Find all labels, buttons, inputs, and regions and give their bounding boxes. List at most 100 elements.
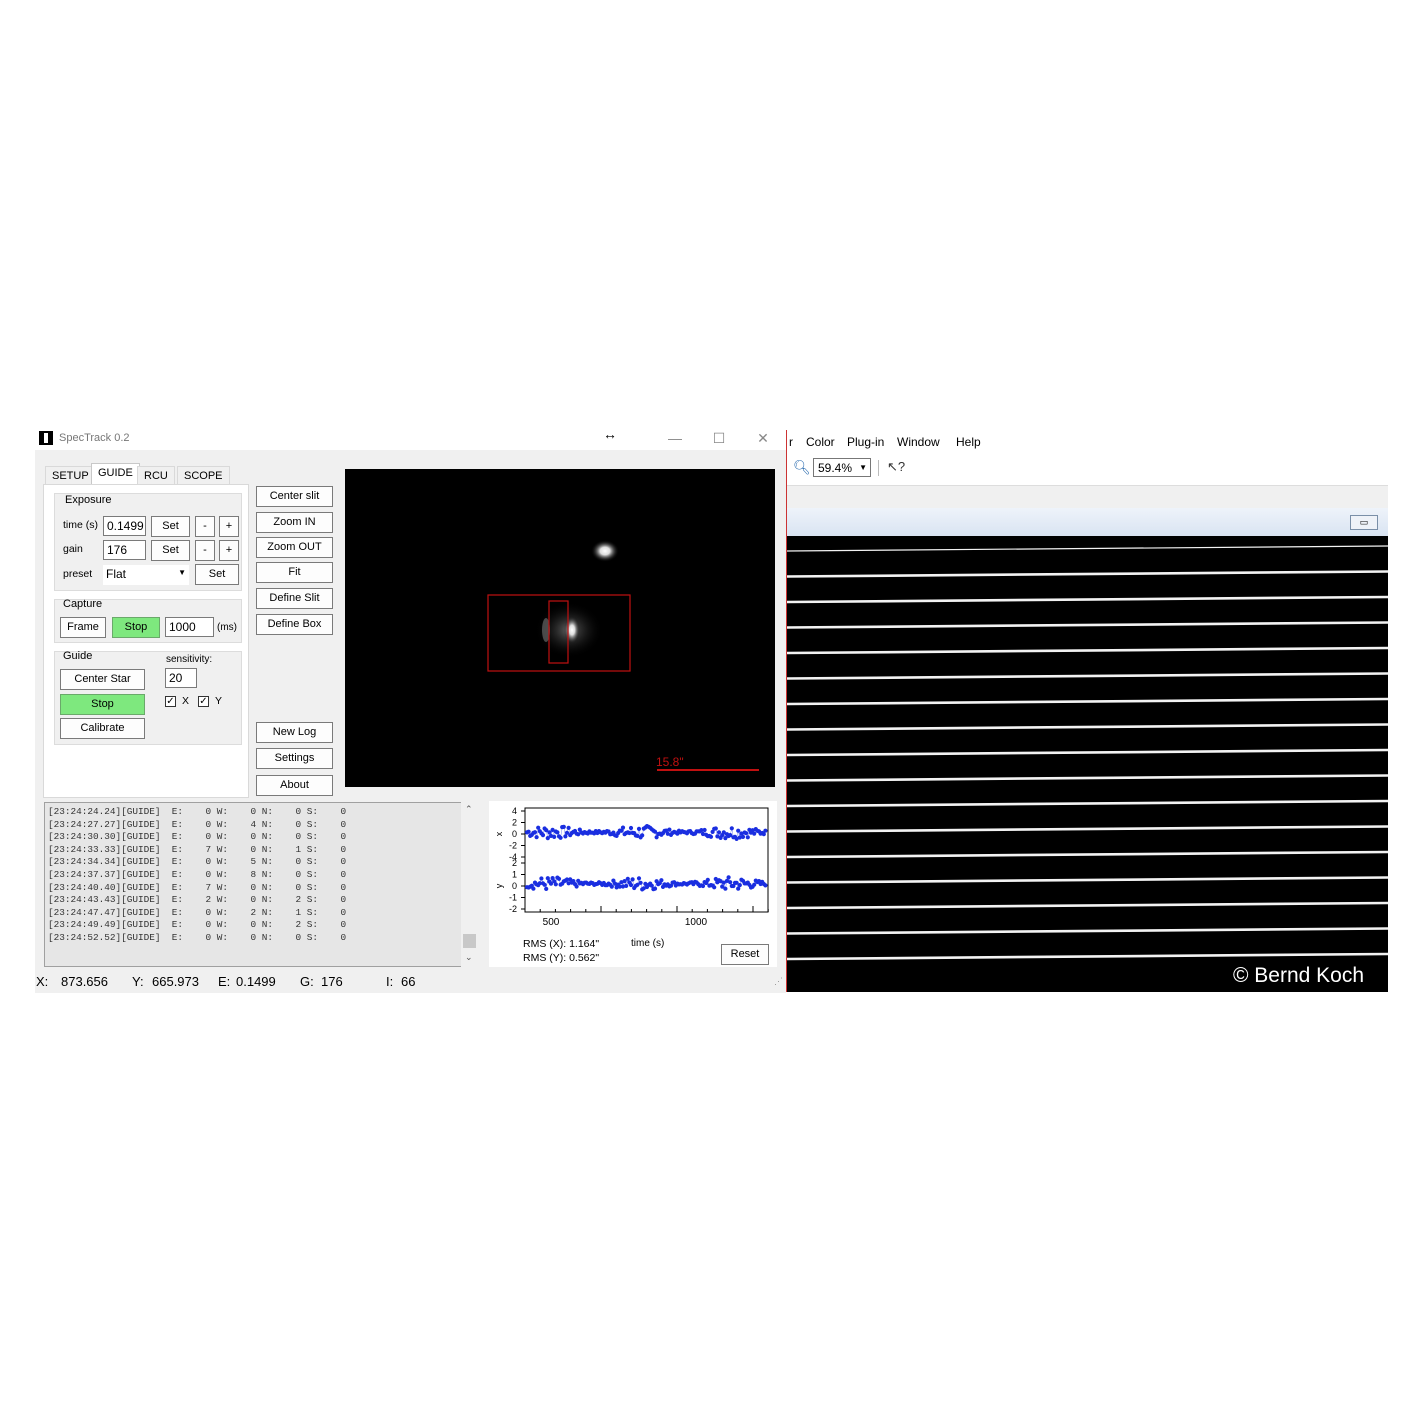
time-decrease-button[interactable]: - [195, 516, 215, 537]
zoom-select[interactable]: 59.4% ▼ [813, 458, 871, 477]
resize-cursor-icon: ↔ [603, 426, 617, 442]
mdi-area [787, 485, 1388, 509]
spectrum-line [787, 545, 1388, 552]
scale-label: 15.8" [656, 755, 684, 769]
zoom-in-button[interactable]: Zoom IN [256, 512, 333, 533]
status-bar: X: 873.656 Y: 665.973 E: 0.1499 G: 176 I… [35, 972, 786, 992]
spectrack-window: SpecTrack 0.2 ↔ — ☐ ✕ SETUP GUIDE RCU SC… [35, 426, 786, 993]
spectrum-image[interactable]: © Bernd Koch [787, 536, 1388, 992]
gain-decrease-button[interactable]: - [195, 540, 215, 561]
define-box-button[interactable]: Define Box [256, 614, 333, 635]
image-window-titlebar[interactable]: ▭ [787, 508, 1388, 536]
status-x-value: 873.656 [61, 974, 108, 989]
capture-group-title: Capture [63, 598, 103, 610]
copyright-watermark: © Bernd Koch [1232, 964, 1364, 987]
spectrum-line [787, 901, 1388, 910]
tab-rcu[interactable]: RCU [137, 466, 175, 485]
x-checkbox[interactable]: ✓ [165, 696, 176, 707]
y-checkbox[interactable]: ✓ [198, 696, 209, 707]
rms-x-label: RMS (X): 1.164" [523, 938, 600, 950]
status-g-label: G: [300, 974, 314, 989]
scroll-up-icon[interactable]: ⌃ [465, 804, 473, 815]
title-bar[interactable]: SpecTrack 0.2 ↔ — ☐ ✕ [35, 426, 786, 450]
minimize-icon[interactable]: — [653, 428, 697, 450]
help-pointer-icon[interactable]: ↖? [887, 459, 905, 475]
capture-interval-field[interactable]: 1000 [165, 617, 214, 637]
new-log-button[interactable]: New Log [256, 722, 333, 743]
sensitivity-field[interactable]: 20 [165, 668, 197, 688]
zoom-out-icon[interactable]: 🔍︎ [793, 459, 811, 476]
gain-increase-button[interactable]: + [219, 540, 239, 561]
guide-log[interactable]: [23:24:24.24][GUIDE] E: 0 W: 0 N: 0 S: 0… [44, 802, 479, 967]
menu-help[interactable]: Help [956, 435, 981, 449]
plot-axis-short-label: y [494, 883, 504, 888]
spectrum-line [787, 723, 1388, 731]
status-y-label: Y: [132, 974, 144, 989]
log-lines: [23:24:24.24][GUIDE] E: 0 W: 0 N: 0 S: 0… [48, 806, 346, 945]
guide-group-title: Guide [63, 650, 93, 662]
tab-guide[interactable]: GUIDE [91, 463, 140, 485]
preset-select-value: Flat [106, 567, 127, 581]
capture-group: Capture Frame Stop 1000 (ms) [54, 598, 242, 643]
guide-tab-panel: Exposure time (s) 0.1499 Set - + gain 17… [43, 484, 249, 798]
exposure-time-field[interactable]: 0.1499 [103, 516, 146, 536]
gain-field[interactable]: 176 [103, 540, 146, 560]
scroll-down-icon[interactable]: ⌄ [465, 952, 473, 963]
menu-window[interactable]: Window [897, 435, 940, 449]
log-line: [23:24:52.52][GUIDE] E: 0 W: 0 N: 0 S: 0 [48, 931, 347, 943]
status-g-value: 176 [321, 974, 343, 989]
log-scrollbar[interactable]: ⌃ ⌄ [461, 802, 479, 967]
about-button[interactable]: About [256, 775, 333, 796]
menu-item-partial[interactable]: r [789, 435, 793, 449]
scroll-thumb[interactable] [463, 934, 476, 948]
spectrum-line [787, 570, 1388, 578]
define-slit-button[interactable]: Define Slit [256, 588, 333, 609]
set-time-button[interactable]: Set [151, 516, 190, 537]
center-slit-button[interactable]: Center slit [256, 486, 333, 507]
preset-select[interactable]: Flat ▼ [103, 565, 189, 585]
close-icon[interactable]: ✕ [741, 428, 785, 450]
camera-view[interactable]: 15.8" [345, 469, 775, 787]
log-line: [23:24:47.47][GUIDE] E: 0 W: 2 N: 1 S: 0 [48, 906, 347, 918]
restore-icon[interactable]: ▭ [1350, 515, 1378, 530]
gain-label: gain [63, 543, 83, 555]
status-i-label: I: [386, 974, 394, 989]
settings-button[interactable]: Settings [256, 748, 333, 769]
plot-ytick-label: -1 [509, 893, 517, 903]
star-upper [591, 540, 619, 562]
set-preset-button[interactable]: Set [195, 564, 239, 585]
guide-plot: 4 2 0 -2 -4 x 2 1 0 -1 -2 y 500 1000 RMS (X): 1.164" … [489, 801, 777, 967]
fit-button[interactable]: Fit [256, 562, 333, 583]
spectrum-line [787, 799, 1388, 808]
set-gain-button[interactable]: Set [151, 540, 190, 561]
sensitivity-label: sensitivity: [166, 654, 213, 665]
capture-stop-button[interactable]: Stop [112, 617, 160, 638]
zoom-out-button[interactable]: Zoom OUT [256, 537, 333, 558]
plot-ytick-label: -2 [509, 841, 517, 851]
spectrum-line [787, 621, 1388, 629]
tab-scope[interactable]: SCOPE [177, 466, 230, 485]
plot-ytick-label: 2 [512, 818, 517, 828]
spectrum-line [787, 748, 1388, 757]
reset-button[interactable]: Reset [721, 944, 769, 965]
time-increase-button[interactable]: + [219, 516, 239, 537]
target-star [564, 616, 580, 644]
exposure-group: Exposure time (s) 0.1499 Set - + gain 17… [54, 493, 242, 591]
status-x-label: X: [36, 974, 49, 989]
calibrate-button[interactable]: Calibrate [60, 718, 145, 739]
menu-color[interactable]: Color [806, 435, 835, 449]
center-star-button[interactable]: Center Star [60, 669, 145, 690]
maximize-icon[interactable]: ☐ [697, 428, 741, 450]
plot-ytick-label: 1 [512, 870, 517, 880]
time-label: time (s) [63, 519, 98, 531]
toolbar-divider [878, 460, 879, 476]
resize-grip-icon[interactable]: ⋰ [774, 976, 783, 987]
menu-plugin[interactable]: Plug-in [847, 435, 884, 449]
tab-setup[interactable]: SETUP [45, 466, 96, 485]
log-line: [23:24:34.34][GUIDE] E: 0 W: 5 N: 0 S: 0 [48, 856, 347, 868]
guide-stop-button[interactable]: Stop [60, 694, 145, 715]
log-line: [23:24:49.49][GUIDE] E: 0 W: 0 N: 2 S: 0 [48, 919, 347, 931]
time-axis-label: time (s) [631, 938, 665, 949]
log-line: [23:24:40.40][GUIDE] E: 7 W: 0 N: 0 S: 0 [48, 881, 347, 893]
frame-button[interactable]: Frame [60, 617, 106, 638]
